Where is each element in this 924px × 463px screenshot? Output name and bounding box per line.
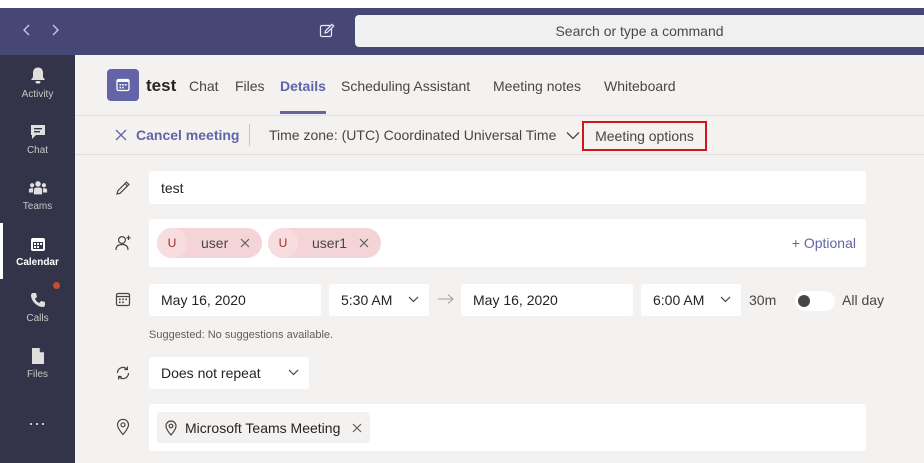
location-icon bbox=[114, 418, 132, 436]
rail-item-label: Activity bbox=[21, 89, 54, 100]
duration-label: 30m bbox=[749, 292, 777, 308]
location-input[interactable]: Microsoft Teams Meeting bbox=[149, 404, 866, 451]
add-optional-attendees-link[interactable]: + Optional bbox=[792, 235, 856, 251]
close-icon bbox=[115, 129, 127, 141]
chevron-down-icon bbox=[288, 369, 299, 376]
end-time-value: 6:00 AM bbox=[653, 292, 705, 308]
meeting-options-label: Meeting options bbox=[595, 128, 694, 144]
tab-details[interactable]: Details bbox=[280, 78, 326, 115]
rail-item-label: Teams bbox=[22, 201, 53, 212]
title-bar: Search or type a command bbox=[0, 0, 924, 55]
search-input[interactable]: Search or type a command bbox=[355, 15, 924, 47]
suggestions-text: Suggested: No suggestions available. bbox=[149, 329, 334, 341]
avatar: U bbox=[268, 228, 298, 258]
start-date-picker[interactable]: May 16, 2020 bbox=[149, 284, 321, 316]
tab-chat[interactable]: Chat bbox=[189, 78, 219, 115]
app-rail: Activity Chat Teams Calendar Calls Files… bbox=[0, 55, 75, 463]
rail-item-label: Calls bbox=[26, 313, 49, 324]
location-chip[interactable]: Microsoft Teams Meeting bbox=[157, 412, 371, 443]
cancel-meeting-label: Cancel meeting bbox=[136, 127, 240, 143]
pencil-icon bbox=[114, 179, 132, 197]
rail-item-chat[interactable]: Chat bbox=[0, 111, 75, 167]
rail-item-label: Chat bbox=[26, 145, 49, 156]
chat-icon bbox=[28, 122, 48, 142]
more-apps-button[interactable]: ... bbox=[0, 391, 75, 447]
start-date-value: May 16, 2020 bbox=[161, 292, 246, 308]
file-icon bbox=[28, 346, 48, 366]
attendee-name: user bbox=[201, 235, 229, 251]
meeting-calendar-icon bbox=[107, 69, 139, 101]
page-title: test bbox=[146, 76, 177, 95]
forward-arrow-icon[interactable] bbox=[48, 22, 62, 38]
bell-icon bbox=[28, 66, 48, 86]
tab-files[interactable]: Files bbox=[235, 78, 265, 115]
end-time-dropdown[interactable]: 6:00 AM bbox=[641, 284, 741, 316]
attendee-chip[interactable]: U user bbox=[157, 228, 263, 258]
meeting-header: test Chat Files Details Scheduling Assis… bbox=[75, 55, 924, 115]
end-date-value: May 16, 2020 bbox=[473, 292, 558, 308]
search-placeholder: Search or type a command bbox=[555, 23, 724, 39]
toolbar-divider bbox=[249, 124, 250, 146]
phone-icon bbox=[28, 290, 48, 310]
rail-item-calendar[interactable]: Calendar bbox=[0, 223, 75, 279]
start-time-dropdown[interactable]: 5:30 AM bbox=[329, 284, 429, 316]
repeat-icon bbox=[114, 364, 132, 382]
rail-item-teams[interactable]: Teams bbox=[0, 167, 75, 223]
start-time-value: 5:30 AM bbox=[341, 292, 393, 308]
meeting-toolbar: Cancel meeting Time zone: (UTC) Coordina… bbox=[75, 115, 924, 155]
cancel-meeting-button[interactable]: Cancel meeting bbox=[115, 127, 239, 143]
calendar-icon bbox=[28, 234, 48, 254]
tab-meeting-notes[interactable]: Meeting notes bbox=[493, 78, 581, 115]
location-value: Microsoft Teams Meeting bbox=[185, 419, 341, 436]
rail-item-calls[interactable]: Calls bbox=[0, 279, 75, 335]
location-pin-icon bbox=[165, 419, 177, 436]
teams-icon bbox=[28, 178, 48, 198]
all-day-toggle[interactable] bbox=[795, 291, 835, 311]
remove-location-icon[interactable] bbox=[352, 423, 362, 433]
calendar-icon bbox=[114, 290, 132, 308]
remove-attendee-icon[interactable] bbox=[359, 238, 369, 248]
meeting-options-button[interactable]: Meeting options bbox=[582, 121, 707, 151]
meeting-title-input[interactable]: test bbox=[149, 171, 866, 204]
add-person-icon bbox=[114, 234, 132, 252]
timezone-dropdown[interactable]: Time zone: (UTC) Coordinated Universal T… bbox=[269, 127, 580, 143]
window-edge bbox=[0, 0, 924, 8]
attendee-chip[interactable]: U user1 bbox=[268, 228, 382, 258]
all-day-label: All day bbox=[842, 292, 885, 308]
tab-scheduling-assistant[interactable]: Scheduling Assistant bbox=[341, 78, 470, 115]
more-icon: ... bbox=[28, 408, 47, 429]
chevron-down-icon bbox=[408, 296, 419, 303]
timezone-label: Time zone: (UTC) Coordinated Universal T… bbox=[269, 127, 557, 143]
toggle-knob bbox=[798, 295, 810, 307]
rail-item-label: Calendar bbox=[16, 257, 59, 268]
avatar: U bbox=[157, 228, 187, 258]
repeat-value: Does not repeat bbox=[161, 365, 261, 381]
attendee-name: user1 bbox=[312, 235, 348, 251]
repeat-dropdown[interactable]: Does not repeat bbox=[149, 357, 309, 389]
tab-whiteboard[interactable]: Whiteboard bbox=[604, 78, 676, 115]
attendees-input[interactable]: U user U user1 + Optional bbox=[149, 219, 866, 267]
back-arrow-icon[interactable] bbox=[20, 22, 34, 38]
end-date-picker[interactable]: May 16, 2020 bbox=[461, 284, 633, 316]
chevron-down-icon bbox=[720, 296, 731, 303]
arrow-right-icon bbox=[437, 293, 455, 305]
compose-icon[interactable] bbox=[318, 22, 336, 40]
meeting-title-value: test bbox=[161, 179, 184, 196]
rail-item-activity[interactable]: Activity bbox=[0, 55, 75, 111]
rail-item-files[interactable]: Files bbox=[0, 335, 75, 391]
remove-attendee-icon[interactable] bbox=[240, 238, 250, 248]
calls-notification-badge bbox=[53, 282, 60, 289]
rail-item-label: Files bbox=[26, 369, 49, 380]
chevron-down-icon bbox=[566, 131, 580, 140]
